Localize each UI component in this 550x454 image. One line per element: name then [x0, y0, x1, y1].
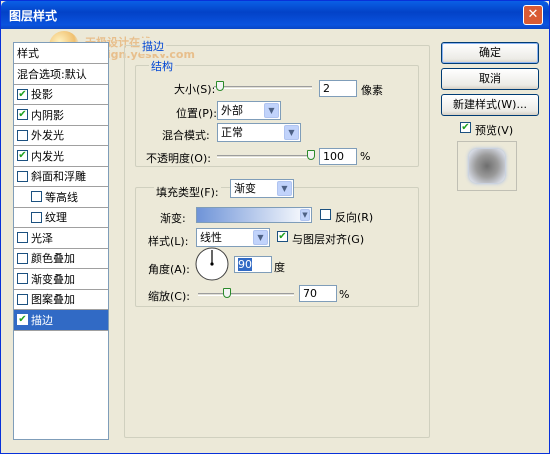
blend-mode-value: 正常 [221, 126, 243, 139]
sidebar-item-label: 投影 [31, 88, 53, 101]
sidebar-item[interactable]: 颜色叠加 [14, 248, 108, 269]
close-button[interactable]: ✕ [523, 5, 543, 25]
position-select[interactable]: 外部 ▼ [217, 101, 281, 120]
sidebar-item[interactable]: 纹理 [14, 207, 108, 228]
size-label: 大小(S): [174, 83, 216, 96]
sidebar-item-checkbox[interactable] [17, 129, 28, 141]
title-bar[interactable]: 图层样式 ✕ [1, 1, 549, 29]
sidebar-item-checkbox[interactable]: ✔ [17, 88, 28, 100]
sidebar-item[interactable]: 光泽 [14, 228, 108, 249]
sidebar-item-label: 内阴影 [31, 108, 64, 122]
sidebar-item[interactable]: 等高线 [14, 187, 108, 208]
sidebar-item-label: 颜色叠加 [31, 252, 75, 265]
sidebar-item-checkbox[interactable] [17, 293, 28, 305]
stroke-group-title: 描边 [140, 38, 166, 54]
dialog-title: 图层样式 [9, 9, 58, 23]
fill-type-value: 渐变 [234, 182, 256, 195]
scale-unit: % [339, 288, 350, 301]
position-value: 外部 [221, 104, 243, 117]
reverse-label: 反向(R) [335, 211, 374, 224]
sidebar-item-label: 光泽 [31, 231, 53, 245]
sidebar-item-checkbox[interactable]: ✔ [17, 314, 28, 325]
sidebar-item-label: 内发光 [31, 149, 64, 163]
sidebar-item[interactable]: 渐变叠加 [14, 269, 108, 290]
scale-slider-thumb[interactable] [222, 288, 231, 298]
sidebar-item[interactable]: 外发光 [14, 125, 108, 146]
chevron-down-icon: ▼ [264, 103, 279, 118]
align-with-layer-checkbox[interactable]: ✔ [277, 231, 288, 242]
sidebar-item-label: 纹理 [45, 211, 67, 224]
angle-dial[interactable] [194, 246, 230, 282]
new-style-button[interactable]: 新建样式(W)... [441, 94, 539, 116]
preview-checkbox[interactable]: ✔ [460, 122, 471, 133]
style-select[interactable]: 线性 ▼ [196, 228, 270, 247]
fill-type-select[interactable]: 渐变 ▼ [230, 179, 294, 198]
sidebar-item[interactable]: 混合选项:默认 [14, 64, 108, 85]
size-slider-track[interactable] [214, 86, 312, 89]
opacity-unit: % [360, 150, 371, 163]
sidebar-item-checkbox[interactable]: ✔ [17, 150, 28, 161]
sidebar-item[interactable]: ✔ 内阴影 [14, 105, 108, 126]
sidebar-item[interactable]: 斜面和浮雕 [14, 166, 108, 187]
sidebar-item-label: 渐变叠加 [31, 272, 75, 286]
sidebar-item[interactable]: ✔ 描边 [14, 309, 108, 331]
sidebar-item-checkbox[interactable] [17, 170, 28, 182]
style-list: 样式 混合选项:默认 ✔ 投影 ✔ 内阴影 外发光 ✔ 内发光 斜面和浮雕 等高线 纹理 光泽 颜色叠加渐… [13, 42, 109, 440]
size-input[interactable]: 2 [319, 80, 357, 97]
chevron-down-icon[interactable]: ▼ [300, 209, 310, 221]
gradient-label: 渐变: [160, 212, 186, 225]
sidebar-item-label: 描边 [31, 313, 53, 327]
style-value: 线性 [200, 231, 222, 244]
opacity-label: 不透明度(O): [146, 152, 211, 165]
sidebar-item-label: 斜面和浮雕 [31, 170, 86, 183]
angle-unit: 度 [274, 261, 285, 274]
blend-mode-label: 混合模式: [162, 129, 210, 142]
ok-button[interactable]: 确定 [441, 42, 539, 64]
angle-label: 角度(A): [148, 263, 190, 276]
cancel-button[interactable]: 取消 [441, 68, 539, 90]
sidebar-item-label: 混合选项:默认 [17, 67, 87, 81]
reverse-checkbox[interactable] [320, 209, 331, 220]
sidebar-item-checkbox[interactable]: ✔ [17, 109, 28, 120]
opacity-slider-thumb[interactable] [307, 150, 315, 160]
sidebar-item[interactable]: ✔ 内发光 [14, 146, 108, 167]
sidebar-item-checkbox[interactable] [17, 232, 28, 243]
sidebar-item-label: 等高线 [45, 190, 78, 204]
position-label: 位置(P): [176, 107, 217, 120]
sidebar-item-label: 图案叠加 [31, 293, 75, 306]
size-unit: 像素 [361, 84, 383, 97]
angle-value: 90 [238, 258, 252, 271]
sidebar-item-checkbox[interactable] [31, 191, 42, 202]
scale-input[interactable]: 70 [299, 285, 337, 302]
gradient-picker[interactable]: ▼ [196, 207, 312, 223]
style-label: 样式(L): [148, 235, 189, 248]
layer-style-dialog: 图层样式 ✕ 天极设计在线 design.yesky.com 样式 混合选项:默认… [0, 0, 550, 454]
sidebar-item[interactable]: 图案叠加 [14, 289, 108, 310]
chevron-down-icon: ▼ [277, 181, 292, 196]
opacity-input[interactable]: 100 [319, 148, 357, 165]
align-with-layer-label: 与图层对齐(G) [292, 233, 365, 246]
preview-swatch [457, 141, 517, 191]
sidebar-item[interactable]: ✔ 投影 [14, 84, 108, 105]
sidebar-item-label: 样式 [17, 47, 39, 60]
sidebar-item-checkbox[interactable] [17, 252, 28, 264]
chevron-down-icon: ▼ [284, 125, 299, 140]
structure-group-title: 结构 [149, 58, 175, 74]
preview-shape [469, 149, 505, 183]
scale-slider-track[interactable] [198, 293, 294, 296]
sidebar-item-label: 外发光 [31, 129, 64, 142]
chevron-down-icon: ▼ [253, 230, 268, 245]
fill-type-label: 填充类型(F): [154, 184, 221, 200]
blend-mode-select[interactable]: 正常 ▼ [217, 123, 301, 142]
preview-label: 预览(V) [475, 124, 514, 137]
sidebar-item-checkbox[interactable] [17, 273, 28, 284]
scale-label: 缩放(C): [148, 290, 190, 303]
sidebar-item[interactable]: 样式 [14, 43, 108, 64]
angle-input[interactable]: 90 [234, 256, 272, 273]
opacity-slider-track[interactable] [217, 155, 315, 158]
size-slider-thumb[interactable] [215, 81, 224, 91]
sidebar-item-checkbox[interactable] [31, 211, 42, 223]
